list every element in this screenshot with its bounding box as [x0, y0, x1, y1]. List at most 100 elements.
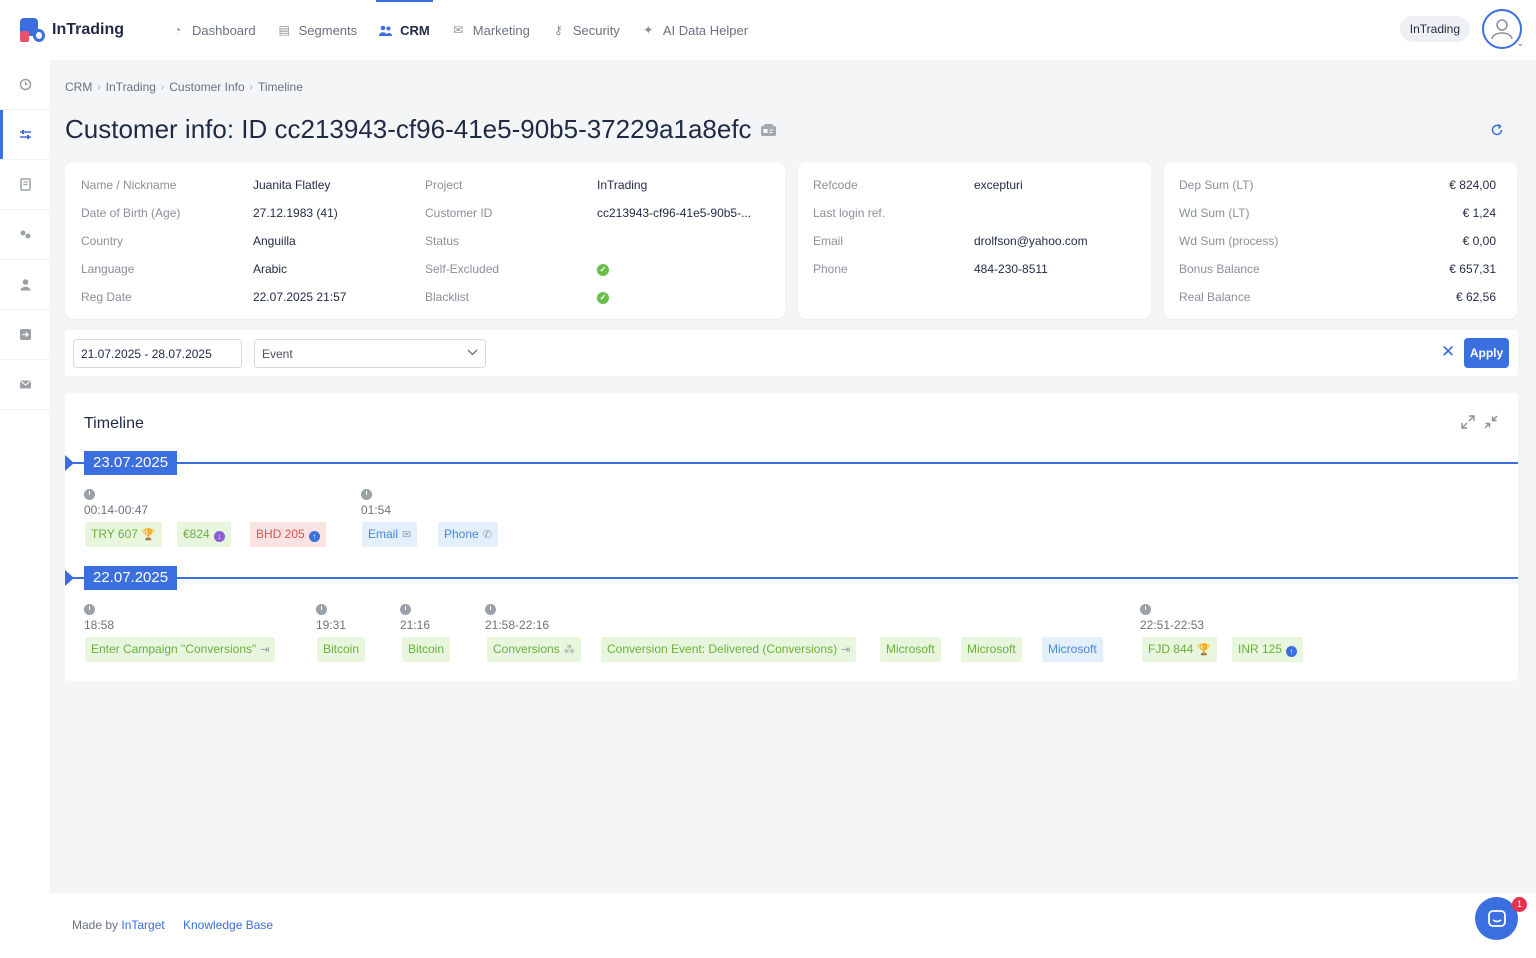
made-by-prefix: Made by [72, 918, 122, 932]
nav-item-marketing[interactable]: ✉ Marketing [441, 0, 541, 60]
sign-in-icon: ⇥ [841, 644, 851, 656]
sidebar-item-profile[interactable] [0, 260, 50, 310]
event-chip-email[interactable]: Email ✉ [362, 522, 418, 547]
customer-contact-card: Refcode Last login ref. Email Phone exce… [798, 162, 1151, 319]
nav-item-crm[interactable]: CRM [368, 0, 441, 60]
workspace-switcher[interactable]: InTrading [1399, 16, 1470, 42]
intarget-link[interactable]: InTarget [121, 918, 164, 932]
sidebar-item-logins[interactable] [0, 310, 50, 360]
event-chip-bonus[interactable]: TRY 607 🏆 [85, 522, 162, 547]
breadcrumb-intrading[interactable]: InTrading [106, 80, 156, 94]
chat-icon [1487, 909, 1506, 927]
chevron-down-icon [467, 348, 478, 359]
brand-logo[interactable]: InTrading [20, 18, 160, 42]
time-label: 21:58-22:16 [485, 618, 550, 632]
nodes-icon: ⁂ [563, 644, 575, 656]
clock-icon [400, 604, 411, 615]
customer-profile-card: Name / Nickname Date of Birth (Age) Coun… [65, 162, 785, 319]
label-refcode: Refcode [813, 178, 858, 192]
nav-label: Marketing [472, 22, 530, 38]
value-customer-id: cc213943-cf96-41e5-90b5-... [597, 206, 752, 220]
time-label: 18:58 [84, 618, 115, 632]
clock-icon [316, 604, 327, 615]
event-chip-microsoft[interactable]: Microsoft [880, 637, 941, 662]
knowledge-base-link[interactable]: Knowledge Base [183, 918, 273, 932]
nav-item-ai-data-helper[interactable]: ✦ AI Data Helper [631, 0, 759, 60]
label-blacklist: Blacklist [425, 290, 470, 304]
event-chip-withdrawal[interactable]: BHD 205 ↑ [250, 522, 326, 547]
coins-icon [20, 230, 30, 239]
breadcrumb-current: Timeline [257, 80, 303, 94]
label-bonus-balance: Bonus Balance [1179, 262, 1260, 276]
sidebar-item-transactions[interactable] [0, 210, 50, 260]
timeline-title: Timeline [84, 415, 144, 432]
event-chip-deposit[interactable]: €824 ↓ [177, 522, 231, 547]
event-type-select[interactable]: Event [254, 339, 486, 368]
clear-filter-icon[interactable]: ✕ [1441, 343, 1455, 361]
sidebar-item-messages[interactable] [0, 360, 50, 410]
nav-item-security[interactable]: ⚷ Security [541, 0, 631, 60]
users-icon [379, 24, 393, 37]
label-country: Country [81, 234, 124, 248]
time-group: 19:31 [316, 604, 346, 632]
nav-label: CRM [400, 22, 430, 38]
phone-icon: ✆ [482, 529, 492, 541]
clock-icon [485, 604, 496, 615]
refresh-icon[interactable] [1490, 123, 1504, 141]
nav-item-dashboard[interactable]: ◔ Dashboard [160, 0, 267, 60]
nav-label: Dashboard [192, 22, 256, 38]
sidebar-item-timeline[interactable] [0, 110, 50, 160]
label-name: Name / Nickname [81, 178, 177, 192]
value-phone: 484-230-8511 [974, 262, 1048, 276]
apply-button[interactable]: Apply [1464, 338, 1509, 368]
event-chip-campaign-enter[interactable]: Enter Campaign "Conversions" ⇥ [85, 637, 276, 662]
chip-label: €824 [183, 527, 210, 541]
collapse-icon[interactable] [1484, 415, 1498, 432]
date-range-input[interactable] [73, 339, 242, 368]
pie-chart-icon: ◔ [173, 23, 182, 37]
user-icon [20, 279, 30, 291]
event-chip-withdrawal[interactable]: INR 125 ↑ [1232, 637, 1304, 662]
label-last-login-ref: Last login ref. [813, 206, 886, 220]
time-label: 01:54 [361, 503, 392, 517]
top-navbar: InTrading ◔ Dashboard ▤ Segments CRM ✉ M… [0, 0, 1536, 60]
time-group: 01:54 [361, 489, 391, 517]
sidebar-item-journal[interactable] [0, 160, 50, 210]
event-chip-bonus[interactable]: FJD 844 🏆 [1142, 637, 1218, 662]
trophy-icon: 🏆 [141, 529, 156, 541]
expand-icon[interactable] [1461, 415, 1475, 432]
event-chip-microsoft[interactable]: Microsoft [1042, 637, 1103, 662]
label-dep-sum: Dep Sum (LT) [1179, 178, 1254, 192]
label-customer-id: Customer ID [425, 206, 493, 220]
event-chip-microsoft[interactable]: Microsoft [961, 637, 1022, 662]
event-chip-conversions[interactable]: Conversions ⁂ [487, 637, 581, 662]
value-wd-sum: € 1,24 [1462, 206, 1496, 220]
withdraw-icon: ↑ [308, 531, 320, 542]
withdraw-icon: ↑ [1286, 646, 1298, 657]
nav-item-segments[interactable]: ▤ Segments [267, 0, 369, 60]
trophy-icon: 🏆 [1197, 644, 1212, 656]
event-chip-phone[interactable]: Phone ✆ [438, 522, 498, 547]
value-dob: 27.12.1983 (41) [253, 206, 338, 220]
time-group: 00:14-00:47 [84, 489, 148, 517]
event-chip-bitcoin[interactable]: Bitcoin [317, 637, 366, 662]
chip-label: FJD 844 [1148, 642, 1194, 656]
chevron-right-icon: › [249, 81, 253, 93]
value-dep-sum: € 824,00 [1449, 178, 1496, 192]
deposit-icon: ↓ [213, 531, 225, 542]
chip-label: Enter Campaign "Conversions" [91, 642, 257, 656]
blacklist-check-icon: ✓ [597, 292, 609, 304]
user-avatar[interactable]: ⌄ [1482, 9, 1524, 49]
breadcrumb-crm[interactable]: CRM [65, 80, 92, 94]
sidebar-item-history[interactable] [0, 60, 50, 110]
breadcrumb-customer-info[interactable]: Customer Info [169, 80, 244, 94]
id-card-icon[interactable] [760, 123, 777, 137]
value-language: Arabic [253, 262, 288, 276]
time-label: 22:51-22:53 [1140, 618, 1205, 632]
timeline-panel: Timeline 23.07.2025 00:14-00:47 01:54 TR… [65, 393, 1518, 681]
time-label: 00:14-00:47 [84, 503, 149, 517]
logo-mark-icon [20, 18, 45, 42]
event-chip-conversion-delivered[interactable]: Conversion Event: Delivered (Conversions… [601, 637, 857, 662]
event-chip-bitcoin[interactable]: Bitcoin [402, 637, 451, 662]
clock-icon [1140, 604, 1151, 615]
